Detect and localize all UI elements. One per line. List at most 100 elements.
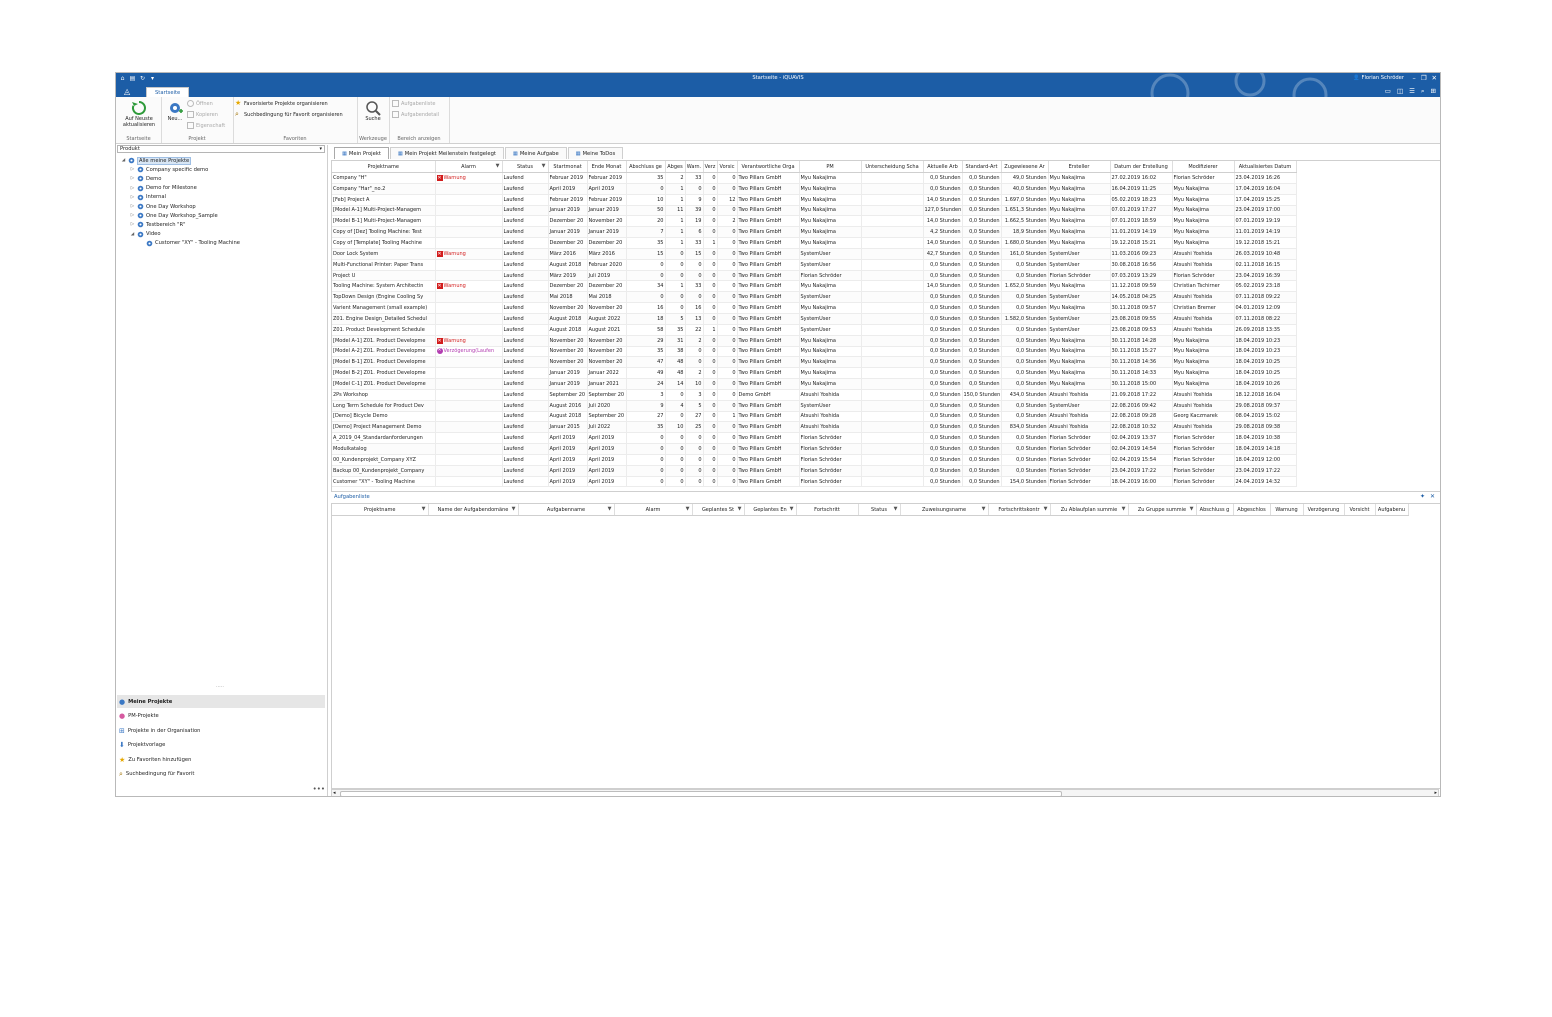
kopieren-button[interactable]: Kopieren <box>187 111 218 118</box>
table-row[interactable]: Modulkatalog Laufend April 2019 April 2019 0… <box>332 443 1297 455</box>
table-row[interactable]: Multi-Functional Printer: Paper Trans Lau… <box>332 259 1297 271</box>
table-row[interactable]: 00_Kundenprojekt_Company XYZ Laufend April… <box>332 454 1297 466</box>
tree-node[interactable]: ▷ Internal <box>130 193 166 202</box>
scroll-left-icon[interactable]: ◂ <box>333 790 336 796</box>
filter-icon[interactable]: ▼ <box>1122 506 1126 512</box>
expander-icon[interactable]: ▷ <box>130 204 135 209</box>
column-header[interactable]: Unterscheidung Scha <box>861 161 924 173</box>
expander-icon[interactable]: ▷ <box>130 167 135 172</box>
column-header[interactable]: Vorsicht <box>1344 504 1376 516</box>
tree-node[interactable]: ▷ Company specific demo <box>130 165 209 174</box>
suche-button[interactable]: Suche <box>362 100 384 123</box>
nav-item[interactable]: ⊞ Projekte in der Organisation <box>117 724 325 737</box>
table-row[interactable]: Varient Management (small example) Laufen… <box>332 302 1297 314</box>
layout-list-icon[interactable]: ☰ <box>1409 87 1415 96</box>
column-header[interactable]: Alarm ▼ <box>435 161 503 173</box>
column-header[interactable]: Fortschrittskontr ▼ <box>988 504 1051 516</box>
filter-icon[interactable]: ▼ <box>1044 506 1048 512</box>
table-row[interactable]: [Model B-1] Z01. Product Developme Laufen… <box>332 356 1297 369</box>
scrollbar-thumb[interactable] <box>340 791 1062 796</box>
table-row[interactable]: Z01. Product Development Schedule Laufend… <box>332 324 1297 336</box>
fav-projects-button[interactable]: ★ Favorisierte Projekte organisieren <box>235 100 328 107</box>
filter-icon[interactable]: ▼ <box>790 506 794 512</box>
file-menu-icon[interactable]: ◬ <box>124 87 130 96</box>
column-header[interactable]: Abgeschlos <box>1233 504 1271 516</box>
expander-icon[interactable]: ◢ <box>130 232 135 237</box>
tab-0[interactable]: ▦ Mein Projekt <box>334 147 389 159</box>
table-row[interactable]: Copy of [Dez] Tooling Machine: Test Laufe… <box>332 226 1297 239</box>
filter-icon[interactable]: ▼ <box>738 506 742 512</box>
filter-icon[interactable]: ▼ <box>542 163 546 169</box>
more-icon[interactable]: ••• <box>313 785 325 793</box>
table-row[interactable]: [Model A-1] Z01. Product Developme ✕ Warnu… <box>332 335 1297 347</box>
table-row[interactable]: Company "H" ✕ Warnung Laufend Februar 2019 Fe… <box>332 172 1297 184</box>
column-header[interactable]: Warn. <box>685 161 704 173</box>
expander-icon[interactable]: ▷ <box>130 222 135 227</box>
expander-icon[interactable]: ▷ <box>130 176 135 181</box>
column-header[interactable]: Projektname ▼ <box>332 504 429 516</box>
column-header[interactable]: Abges <box>665 161 686 173</box>
table-row[interactable]: A_2019_04_Standardanforderungen Laufend Ap… <box>332 432 1297 445</box>
user-menu[interactable]: 👤 Florian Schröder <box>1353 75 1404 81</box>
horizontal-scrollbar[interactable]: ◂ ▸ <box>331 789 1439 796</box>
offnen-button[interactable]: Öffnen <box>187 100 213 107</box>
table-row[interactable]: Tooling Machine: System Architectin ✕ Warn… <box>332 280 1297 293</box>
column-header[interactable]: Aktualisiertes Datum <box>1234 161 1297 173</box>
expander-icon[interactable]: ▷ <box>130 195 135 200</box>
nav-item[interactable]: ● Meine Projekte <box>117 695 325 708</box>
table-row[interactable]: Copy of [Template] Tooling Machine Laufen… <box>332 237 1297 249</box>
table-row[interactable]: Z01. Engine Design_Detailed Schedul Laufe… <box>332 313 1297 325</box>
table-row[interactable]: 2Ps Workshop Laufend September 20 September… <box>332 389 1297 401</box>
column-header[interactable]: Abschluss g <box>1196 504 1234 516</box>
produkt-select[interactable]: Produkt ▾ <box>117 145 325 153</box>
column-header[interactable]: Modifizierer <box>1172 161 1235 173</box>
column-header[interactable]: Geplantes En ▼ <box>744 504 797 516</box>
table-row[interactable]: [Feb] Project A Laufend Februar 2019 Februa… <box>332 194 1297 206</box>
expander-icon[interactable]: ▷ <box>130 213 135 218</box>
table-row[interactable]: Company "Har"_no.2 Laufend April 2019 April… <box>332 183 1297 195</box>
tree-node[interactable]: ◢ Video <box>130 230 161 239</box>
column-header[interactable]: Ersteller <box>1048 161 1111 173</box>
restore-icon[interactable]: ❐ <box>1421 74 1427 82</box>
column-header[interactable]: Alarm ▼ <box>614 504 693 516</box>
neu-button[interactable]: Neu... <box>164 100 186 123</box>
tab-1[interactable]: ▦ Mein Projekt Meilenstein festgelegt <box>389 147 504 159</box>
column-header[interactable]: Projektname <box>332 161 436 173</box>
tree-node[interactable]: ◢ Alle meine Projekte <box>121 156 192 165</box>
table-row[interactable]: Customer "XY" - Tooling Machine Laufend Ap… <box>332 476 1297 488</box>
filter-icon[interactable]: ▼ <box>982 506 986 512</box>
column-header[interactable]: PM <box>799 161 862 173</box>
column-header[interactable]: Fortschritt <box>796 504 859 516</box>
table-row[interactable]: Backup 00_Kundenprojekt_Company Laufend Ap… <box>332 465 1297 477</box>
table-row[interactable]: [Demo] Bicycle Demo Laufend August 2018 Sep… <box>332 411 1297 423</box>
table-row[interactable]: Door Lock System ✕ Warnung Laufend März 2016… <box>332 248 1297 260</box>
minimize-icon[interactable]: – <box>1412 74 1415 82</box>
pin-icon[interactable]: ✦ <box>1420 493 1425 500</box>
table-row[interactable]: Long Term Schedule for Product Dev Laufen… <box>332 400 1297 412</box>
tree-node[interactable]: ▷ Demo for Milestone <box>130 184 197 193</box>
refresh-button[interactable]: Auf Neuste aktualisieren <box>120 100 158 128</box>
tab-3[interactable]: ▦ Meine ToDos <box>567 147 624 159</box>
filter-icon[interactable]: ▼ <box>894 506 898 512</box>
nav-item[interactable]: ⬇ Projektvorlage <box>117 739 325 752</box>
column-header[interactable]: Startmonat <box>548 161 588 173</box>
splitter-grip[interactable]: ····· <box>216 684 224 690</box>
column-header[interactable]: Aufgabenu <box>1375 504 1409 516</box>
table-row[interactable]: [Demo] Project Management Demo Laufend Jan… <box>332 421 1297 434</box>
expander-icon[interactable]: ◢ <box>121 158 126 163</box>
column-header[interactable]: Zu Ablaufplan summie ▼ <box>1050 504 1129 516</box>
table-row[interactable]: [Model B-2] Z01. Product Developme Laufen… <box>332 367 1297 380</box>
tree-node[interactable]: Customer "XY" - Tooling Machine <box>139 239 240 248</box>
filter-icon[interactable]: ▼ <box>686 506 690 512</box>
filter-icon[interactable]: ▼ <box>496 163 500 169</box>
tab-2[interactable]: ▦ Meine Aufgabe <box>504 147 567 159</box>
tree-node[interactable]: ▷ Testbereich "R" <box>130 220 186 229</box>
tree-node[interactable]: ▷ One Day Workshop <box>130 202 196 211</box>
column-header[interactable]: Geplantes St ▼ <box>692 504 745 516</box>
table-row[interactable]: [Model A-2] Z01. Product Developme ✕ Verzö… <box>332 346 1297 358</box>
eigenschaft-button[interactable]: Eigenschaft <box>187 122 225 129</box>
filter-icon[interactable]: ▼ <box>422 506 426 512</box>
column-header[interactable]: Zugewiesene Ar <box>1001 161 1049 173</box>
column-header[interactable]: Verantwortliche Orga <box>737 161 800 173</box>
column-header[interactable]: Aktuelle Arb <box>923 161 963 173</box>
